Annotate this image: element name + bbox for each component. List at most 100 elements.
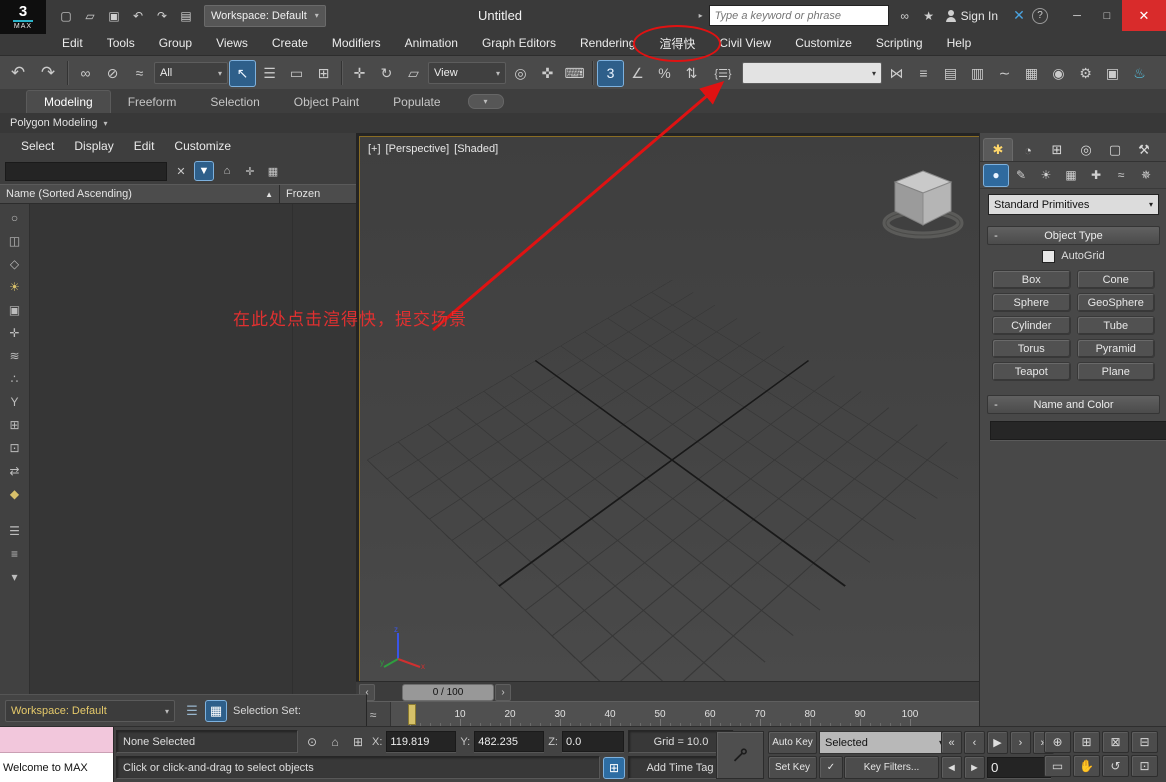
- timeline-ruler[interactable]: ≈ 102030405060708090100: [356, 701, 979, 728]
- object-name-input[interactable]: [990, 421, 1166, 440]
- listener-row[interactable]: Welcome to MAX: [0, 753, 113, 782]
- display-helpers-icon[interactable]: ✛: [4, 322, 26, 344]
- display-particles-icon[interactable]: ∴: [4, 368, 26, 390]
- keyboard-override-icon[interactable]: ⌨: [562, 61, 587, 86]
- x-coordinate-input[interactable]: [386, 731, 456, 752]
- name-column-header[interactable]: Name (Sorted Ascending) ▲: [0, 185, 279, 203]
- help-icon[interactable]: ?: [1032, 8, 1048, 24]
- selection-status-field[interactable]: None Selected: [116, 730, 298, 753]
- menu-item[interactable]: Graph Editors: [470, 31, 568, 55]
- display-spacewarps-icon[interactable]: ≋: [4, 345, 26, 367]
- explorer-menu-item[interactable]: Select: [12, 139, 63, 153]
- menu-item[interactable]: Views: [204, 31, 260, 55]
- render-production-icon[interactable]: ♨: [1127, 61, 1152, 86]
- maxscript-mini-listener[interactable]: Welcome to MAX: [0, 727, 114, 782]
- schematic-view-icon[interactable]: ▦: [1019, 61, 1044, 86]
- ribbon-tab[interactable]: Freeform: [111, 91, 194, 113]
- cameras-category-icon[interactable]: ▦: [1059, 165, 1083, 186]
- edit-named-sets-icon[interactable]: {☰}: [706, 61, 740, 86]
- redo-icon[interactable]: ↷: [34, 61, 62, 86]
- isolate-selection-icon[interactable]: ⊙: [302, 732, 322, 752]
- explorer-settings-icon[interactable]: ▦: [264, 162, 282, 180]
- menu-item[interactable]: Edit: [50, 31, 95, 55]
- select-object-icon[interactable]: ↖: [230, 61, 255, 86]
- display-materials-icon[interactable]: ◆: [4, 483, 26, 505]
- next-frame-arrow[interactable]: ›: [495, 684, 511, 701]
- hierarchy-tab[interactable]: ⊞: [1043, 139, 1071, 161]
- zoom-extents-icon[interactable]: ⊠: [1102, 731, 1129, 753]
- object-type-button[interactable]: GeoSphere: [1077, 293, 1156, 312]
- autogrid-checkbox[interactable]: [1042, 250, 1055, 263]
- menu-item[interactable]: Customize: [783, 31, 864, 55]
- window-crossing-icon[interactable]: ⊞: [311, 61, 336, 86]
- time-tag-icon[interactable]: ⊞: [604, 758, 624, 778]
- workspace-selector-dropdown[interactable]: Workspace: Default ▾: [5, 700, 175, 722]
- explorer-search-input[interactable]: [5, 162, 167, 181]
- y-coordinate-input[interactable]: [474, 731, 544, 752]
- perspective-viewport[interactable]: [+] [Perspective] [Shaded] z x y: [359, 136, 984, 686]
- selection-region-icon[interactable]: ▭: [284, 61, 309, 86]
- open-file-icon[interactable]: ▱: [80, 6, 100, 26]
- chevron-right-icon[interactable]: ▸: [699, 11, 703, 20]
- explorer-menu-item[interactable]: Display: [65, 139, 122, 153]
- current-frame-input[interactable]: [987, 757, 1051, 778]
- rendered-frame-icon[interactable]: ▣: [1100, 61, 1125, 86]
- display-xrefs-icon[interactable]: ⇄: [4, 460, 26, 482]
- current-frame-marker[interactable]: [408, 704, 416, 725]
- auto-key-button[interactable]: Auto Key: [768, 731, 817, 754]
- next-key-button[interactable]: ►: [964, 756, 985, 779]
- key-filters-button[interactable]: Key Filters...: [844, 756, 939, 779]
- viewport-menu-shading[interactable]: [Shaded]: [454, 143, 498, 155]
- zoom-all-icon[interactable]: ⊞: [1073, 731, 1100, 753]
- menu-item[interactable]: Animation: [393, 31, 470, 55]
- absolute-offset-icon[interactable]: ⊞: [348, 732, 368, 752]
- display-bones-icon[interactable]: Y: [4, 391, 26, 413]
- primitive-category-dropdown[interactable]: Standard Primitives ▾: [988, 194, 1159, 215]
- set-keys-button[interactable]: ⊸: [716, 731, 764, 779]
- object-type-button[interactable]: Cylinder: [992, 316, 1071, 335]
- sort-alpha-icon[interactable]: ▾: [4, 566, 26, 588]
- select-and-link-icon[interactable]: ∞: [73, 61, 98, 86]
- ribbon-tab[interactable]: Populate: [376, 91, 457, 113]
- named-selection-sets-dropdown[interactable]: ▾: [742, 62, 882, 84]
- favorites-star-icon[interactable]: ★: [919, 6, 939, 26]
- key-tangents-button[interactable]: ✓: [819, 756, 843, 779]
- explorer-object-list[interactable]: [30, 204, 356, 694]
- reference-coordinate-dropdown[interactable]: View ▾: [428, 62, 506, 84]
- viewport-menu-general[interactable]: [+]: [368, 143, 381, 155]
- display-cameras-icon[interactable]: ▣: [4, 299, 26, 321]
- object-type-button[interactable]: Tube: [1077, 316, 1156, 335]
- zoom-region-icon[interactable]: ▭: [1044, 755, 1071, 777]
- minimize-button[interactable]: ─: [1062, 0, 1092, 31]
- geometry-category-icon[interactable]: ●: [984, 165, 1008, 186]
- modify-tab[interactable]: ◔: [1014, 139, 1042, 161]
- spacewarps-category-icon[interactable]: ≈: [1109, 165, 1133, 186]
- ribbon-config-button[interactable]: ▾: [468, 94, 504, 109]
- menu-item[interactable]: Civil View: [707, 31, 783, 55]
- menu-item[interactable]: 渲得快: [647, 31, 707, 55]
- signin-button[interactable]: Sign In: [945, 9, 998, 23]
- menu-item[interactable]: Help: [935, 31, 984, 55]
- menu-item[interactable]: Group: [147, 31, 204, 55]
- object-type-button[interactable]: Plane: [1077, 362, 1156, 381]
- zoom-icon[interactable]: ⊕: [1044, 731, 1071, 753]
- align-icon[interactable]: ≡: [911, 61, 936, 86]
- object-type-button[interactable]: Box: [992, 270, 1071, 289]
- previous-key-button[interactable]: ◄: [941, 756, 962, 779]
- next-frame-button[interactable]: ›: [1010, 731, 1031, 754]
- project-folder-icon[interactable]: ▤: [176, 6, 196, 26]
- play-button[interactable]: ▶: [987, 731, 1008, 754]
- spinner-snap-icon[interactable]: ⇅: [679, 61, 704, 86]
- macro-recorder-row[interactable]: [0, 727, 113, 753]
- undo-icon[interactable]: ↶: [4, 61, 32, 86]
- select-and-manipulate-icon[interactable]: ✜: [535, 61, 560, 86]
- new-scene-icon[interactable]: ▢: [56, 6, 76, 26]
- ribbon-tab[interactable]: Object Paint: [277, 91, 376, 113]
- go-to-start-button[interactable]: «: [941, 731, 962, 754]
- select-and-scale-icon[interactable]: ▱: [401, 61, 426, 86]
- display-groups-icon[interactable]: ⊡: [4, 437, 26, 459]
- display-shapes-icon[interactable]: ◇: [4, 253, 26, 275]
- undo-icon[interactable]: ↶: [128, 6, 148, 26]
- shapes-category-icon[interactable]: ✎: [1009, 165, 1033, 186]
- selection-lock-icon[interactable]: ⌂: [325, 732, 345, 752]
